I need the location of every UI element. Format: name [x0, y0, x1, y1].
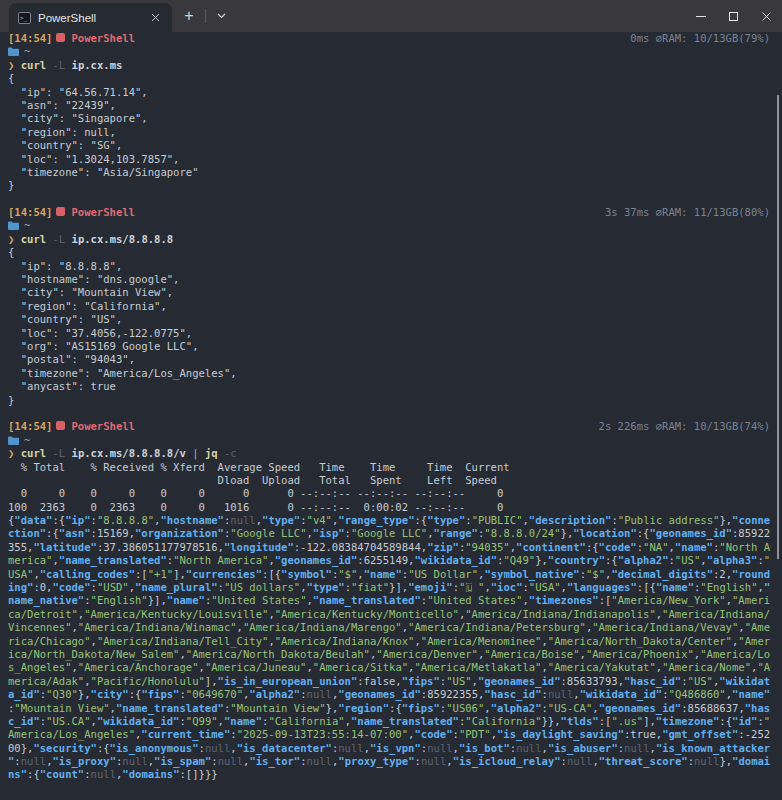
output-line: "loc": "37.4056,-122.0775", — [8, 327, 782, 340]
resource-status: 2s 226ms ⌀RAM: 10/13GB(74%) — [599, 420, 770, 433]
powershell-icon — [18, 12, 31, 24]
json-output-line: ca/Detroit","America/Kentucky/Louisville… — [8, 608, 782, 621]
prompt-header-line: [14:54]PowerShell0ms ⌀RAM: 10/13GB(79%) — [8, 32, 782, 45]
output-line: "timezone": "America/Los_Angeles", — [8, 367, 782, 380]
json-output-line: a_id":"Q30"},"city":{"fips":"0649670","a… — [8, 688, 782, 701]
minimize-icon — [696, 16, 706, 17]
maximize-icon — [729, 12, 738, 21]
minimize-button[interactable] — [684, 0, 717, 32]
json-output-line: c_id":"US.CA","wikidata_id":"Q99","name"… — [8, 715, 782, 728]
json-output-line: ":null,"is_proxy":null,"is_spam":null,"i… — [8, 755, 782, 768]
close-icon — [761, 11, 772, 22]
prompt-header-line: [14:54]PowerShell3s 37ms ⌀RAM: 11/13GB(8… — [8, 206, 782, 219]
json-output-line: USA","calling_codes":["+1"],"currencies"… — [8, 568, 782, 581]
json-output-line: America/Los_Angeles","current_time":"202… — [8, 728, 782, 741]
json-output-line: Vincennes","America/Indiana/Winamac","Am… — [8, 621, 782, 634]
tab-powershell[interactable]: PowerShell — [9, 3, 172, 32]
output-line: "country": "SG", — [8, 139, 782, 152]
curl-progress-line: Dload Upload Total Spent Left Speed — [8, 474, 782, 487]
powershell-badge-icon — [56, 207, 65, 216]
json-output-line: name_native":"English"}],"name":"United … — [8, 594, 782, 607]
curl-progress-line: 0 0 0 0 0 0 0 0 --:--:-- --:--:-- --:--:… — [8, 487, 782, 500]
titlebar: PowerShell + — [0, 0, 782, 32]
curl-progress-line: % Total % Received % Xferd Average Speed… — [8, 461, 782, 474]
output-line: "loc": "1.3024,103.7857", — [8, 153, 782, 166]
tab-dropdown-button[interactable] — [211, 6, 231, 26]
cwd-line: ~ — [8, 219, 782, 232]
blank-line — [8, 407, 782, 420]
json-output-line: 00},"security":{"is_anonymous":null,"is_… — [8, 742, 782, 755]
json-output-line: merica","name_translated":"North America… — [8, 554, 782, 567]
terminal-content[interactable]: [14:54]PowerShell0ms ⌀RAM: 10/13GB(79%)~… — [0, 32, 782, 800]
resource-status: 0ms ⌀RAM: 10/13GB(79%) — [630, 32, 770, 45]
maximize-button[interactable] — [717, 0, 750, 32]
json-output-line: ns":{"count":null,"domains":[]}}} — [8, 768, 782, 781]
json-output-line: ing":0,"code":"USD","name_plural":"US do… — [8, 581, 782, 594]
scrollbar-thumb[interactable] — [777, 95, 779, 559]
output-line: "country": "US", — [8, 313, 782, 326]
output-line: "hostname": "dns.google", — [8, 273, 782, 286]
output-line: "region": null, — [8, 126, 782, 139]
output-line: "ip": "64.56.71.14", — [8, 86, 782, 99]
blank-line — [8, 193, 782, 206]
command-line: ❯ curl -L ip.cx.ms — [8, 59, 782, 72]
folder-icon — [8, 220, 19, 233]
output-line: } — [8, 394, 782, 407]
powershell-badge-icon — [56, 421, 65, 430]
chevron-down-icon — [217, 13, 226, 19]
output-line: { — [8, 72, 782, 85]
tab-title: PowerShell — [38, 12, 96, 24]
json-output-line: merica/Adak","Pacific/Honolulu"],"is_in_… — [8, 675, 782, 688]
output-line: "timezone": "Asia/Singapore" — [8, 166, 782, 179]
output-line: "city": "Mountain View", — [8, 286, 782, 299]
command-line: ❯ curl -L ip.cx.ms/8.8.8.8 — [8, 233, 782, 246]
cwd-line: ~ — [8, 45, 782, 58]
output-line: "region": "California", — [8, 300, 782, 313]
output-line: "org": "AS15169 Google LLC", — [8, 340, 782, 353]
cwd-line: ~ — [8, 434, 782, 447]
folder-icon — [8, 46, 19, 59]
prompt-header-line: [14:54]PowerShell2s 226ms ⌀RAM: 10/13GB(… — [8, 420, 782, 433]
new-tab-button[interactable]: + — [178, 6, 200, 26]
json-output-line: rica/Chicago","America/Indiana/Tell_City… — [8, 635, 782, 648]
output-line: } — [8, 179, 782, 192]
close-button[interactable] — [750, 0, 782, 32]
json-output-line: ica/North_Dakota/New_Salem","America/Nor… — [8, 648, 782, 661]
json-output-line: s_Angeles","America/Anchorage","America/… — [8, 661, 782, 674]
json-output-line: {"data":{"ip":"8.8.8.8","hostname":null,… — [8, 514, 782, 527]
tab-separator — [205, 9, 206, 23]
resource-status: 3s 37ms ⌀RAM: 11/13GB(80%) — [605, 206, 770, 219]
output-line: { — [8, 246, 782, 259]
json-output-line: 355,"latitude":37.386051177978516,"longi… — [8, 541, 782, 554]
output-line: "anycast": true — [8, 380, 782, 393]
command-line: ❯ curl -L ip.cx.ms/8.8.8.8/v | jq -c — [8, 447, 782, 460]
output-line: "postal": "94043", — [8, 353, 782, 366]
output-line: "city": "Singapore", — [8, 112, 782, 125]
output-line: "ip": "8.8.8.8", — [8, 260, 782, 273]
powershell-badge-icon — [56, 33, 65, 42]
json-output-line: ction":{"asn":15169,"organization":"Goog… — [8, 527, 782, 540]
folder-icon — [8, 435, 19, 448]
curl-progress-line: 100 2363 0 2363 0 0 1016 0 --:--:-- 0:00… — [8, 501, 782, 514]
json-output-line: :"Mountain View","name_translated":"Moun… — [8, 702, 782, 715]
output-line: "asn": "22439", — [8, 99, 782, 112]
tab-close-icon[interactable] — [147, 9, 164, 26]
